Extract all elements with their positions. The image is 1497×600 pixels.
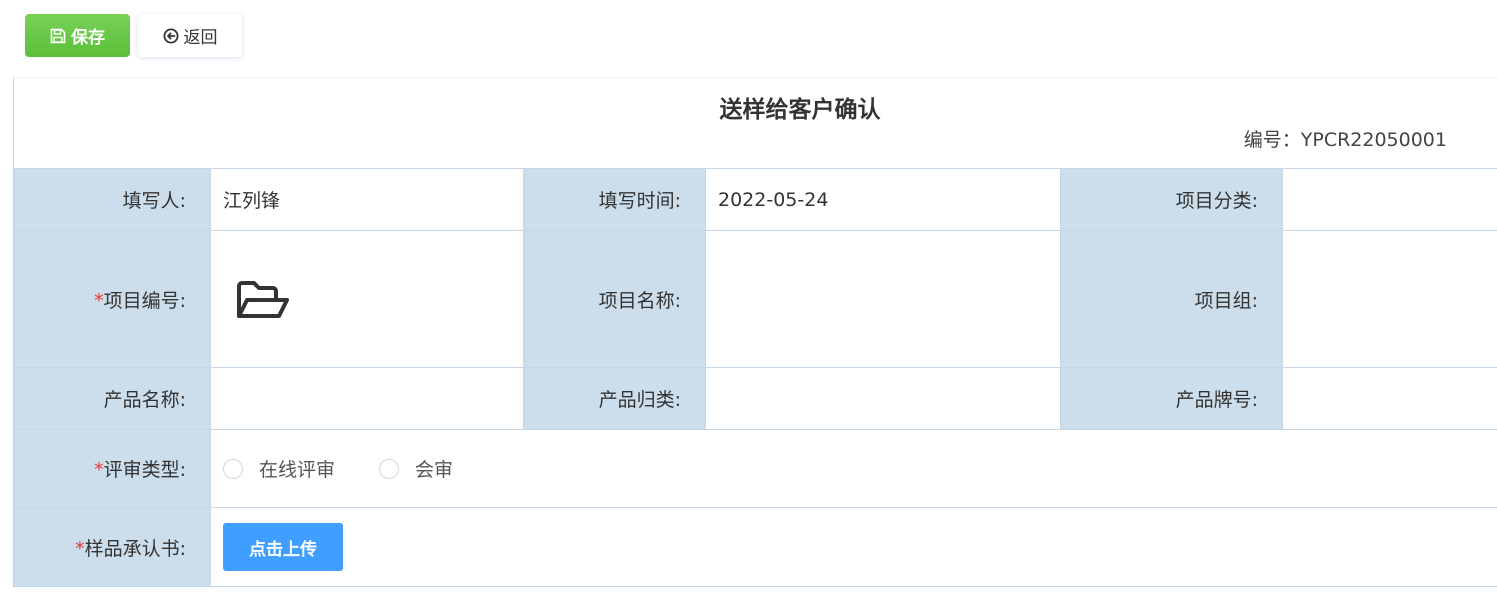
save-button-label: 保存 — [71, 28, 105, 48]
product-brand-label: 产品牌号: — [1060, 367, 1283, 430]
sample-letter-label-cell: *样品承认书: — [14, 507, 211, 587]
radio-online-review-label: 在线评审 — [259, 459, 336, 481]
form-row-product: 产品名称: 产品归类: 产品牌号: — [14, 367, 1497, 430]
project-lookup-button[interactable] — [235, 279, 291, 328]
project-group-label: 项目组: — [1060, 230, 1283, 368]
arrow-left-circle-icon — [163, 28, 178, 43]
filler-label: 填写人: — [14, 168, 211, 231]
floppy-disk-icon — [50, 28, 66, 43]
form-row-project: *项目编号: 项目名称: 项目组: — [14, 230, 1497, 368]
fill-time-value: 2022-05-24 — [705, 168, 1061, 231]
project-category-field[interactable] — [1282, 168, 1497, 231]
product-name-field[interactable] — [210, 367, 524, 430]
form-sheet: 送样给客户确认 编号：YPCR22050001 填写人: 江列锋 填写时间: 2… — [13, 77, 1497, 587]
radio-circle[interactable] — [379, 458, 400, 479]
toolbar: 保存 返回 — [0, 0, 1497, 78]
document-code-value: YPCR22050001 — [1300, 129, 1447, 151]
upload-button[interactable]: 点击上传 — [223, 523, 343, 571]
required-mark: * — [75, 537, 85, 560]
product-brand-field[interactable] — [1282, 367, 1497, 430]
back-button-label: 返回 — [183, 28, 218, 48]
sample-letter-field: 点击上传 — [210, 507, 1497, 587]
review-type-radio-group: 在线评审 会审 — [223, 455, 1497, 482]
review-type-field: 在线评审 会审 — [210, 429, 1497, 508]
filler-value: 江列锋 — [210, 168, 524, 231]
folder-open-icon — [237, 280, 289, 318]
required-mark: * — [94, 289, 104, 312]
project-category-label: 项目分类: — [1060, 168, 1283, 231]
radio-joint-review-label: 会审 — [415, 459, 454, 481]
radio-joint-review[interactable]: 会审 — [379, 455, 453, 482]
document-code: 编号：YPCR22050001 — [1244, 125, 1447, 152]
back-button[interactable]: 返回 — [138, 14, 242, 57]
project-name-field[interactable] — [705, 230, 1061, 368]
review-type-label-cell: *评审类型: — [14, 429, 211, 508]
save-button[interactable]: 保存 — [25, 14, 130, 57]
review-type-label: 评审类型: — [103, 459, 186, 481]
document-code-label: 编号： — [1243, 129, 1301, 151]
product-class-label: 产品归类: — [523, 367, 706, 430]
product-class-field[interactable] — [705, 367, 1061, 430]
page-title: 送样给客户确认 — [719, 97, 881, 123]
radio-circle[interactable] — [223, 458, 243, 479]
project-no-label-cell: *项目编号: — [14, 230, 211, 368]
fill-time-label: 填写时间: — [523, 168, 706, 231]
project-no-field — [210, 230, 524, 368]
product-name-label: 产品名称: — [14, 367, 211, 430]
form-row-review-type: *评审类型: 在线评审 会审 — [14, 429, 1497, 508]
form-table: 填写人: 江列锋 填写时间: 2022-05-24 项目分类: *项目编号: 项… — [14, 168, 1497, 587]
project-no-label: 项目编号: — [103, 289, 186, 312]
form-row-filler: 填写人: 江列锋 填写时间: 2022-05-24 项目分类: — [14, 168, 1497, 231]
project-name-label: 项目名称: — [523, 230, 706, 368]
project-group-field[interactable] — [1282, 230, 1497, 368]
sample-letter-label: 样品承认书: — [84, 537, 186, 560]
form-row-sample-letter: *样品承认书: 点击上传 — [14, 507, 1497, 587]
required-mark: * — [94, 459, 104, 481]
radio-online-review[interactable]: 在线评审 — [223, 455, 335, 482]
